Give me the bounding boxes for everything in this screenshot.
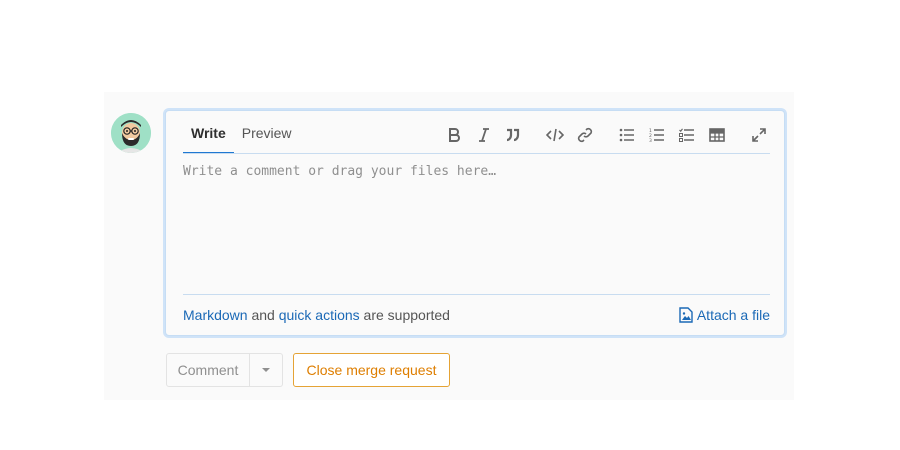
attach-file-label: Attach a file bbox=[696, 307, 770, 323]
table-icon[interactable] bbox=[708, 124, 726, 146]
svg-text:3: 3 bbox=[649, 138, 652, 142]
and-text: and bbox=[247, 307, 279, 323]
comment-button-group: Comment bbox=[166, 353, 283, 387]
code-icon[interactable] bbox=[546, 124, 564, 146]
avatar[interactable] bbox=[111, 113, 151, 153]
quote-icon[interactable] bbox=[504, 124, 522, 146]
image-file-icon bbox=[679, 307, 693, 323]
comment-textarea-wrap bbox=[183, 154, 770, 294]
italic-icon[interactable] bbox=[475, 124, 493, 146]
markdown-link[interactable]: Markdown bbox=[183, 307, 248, 323]
footer-divider bbox=[183, 294, 770, 295]
comment-button[interactable]: Comment bbox=[166, 353, 250, 387]
caret-down-icon bbox=[262, 368, 270, 372]
quick-actions-link[interactable]: quick actions bbox=[279, 307, 360, 323]
attach-file-button[interactable]: Attach a file bbox=[679, 307, 770, 323]
markdown-toolbar: 123 bbox=[166, 124, 784, 146]
bullet-list-icon[interactable] bbox=[618, 124, 636, 146]
supported-text: are supported bbox=[359, 307, 450, 323]
editor-footer: Markdown and quick actions are supported… bbox=[183, 307, 770, 325]
comment-textarea[interactable] bbox=[183, 154, 770, 294]
bold-icon[interactable] bbox=[445, 124, 463, 146]
fullscreen-icon[interactable] bbox=[750, 124, 768, 146]
comment-editor: Write Preview 123 Write a comment or dra… bbox=[165, 110, 785, 336]
task-list-icon[interactable] bbox=[678, 124, 696, 146]
close-merge-request-button[interactable]: Close merge request bbox=[293, 353, 450, 387]
comment-dropdown-toggle[interactable] bbox=[250, 353, 283, 387]
link-icon[interactable] bbox=[576, 124, 594, 146]
numbered-list-icon[interactable]: 123 bbox=[648, 124, 666, 146]
avatar-face-icon bbox=[111, 113, 151, 153]
